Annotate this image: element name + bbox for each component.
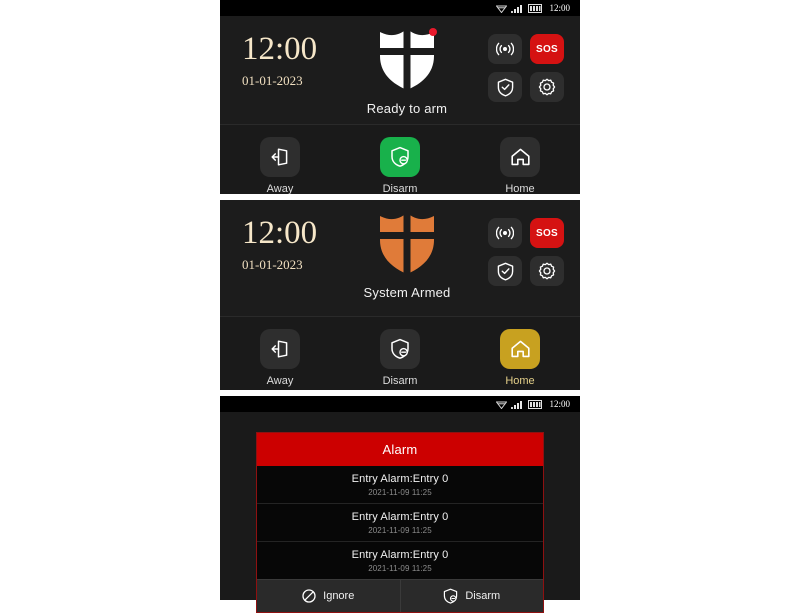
- alarm-dialog-actions: Ignore Disarm: [257, 579, 543, 612]
- screenshot-stage: 12:00 12:00 01-01-2023 Ready to arm SOS …: [0, 0, 800, 613]
- nav-item-home[interactable]: Home: [460, 329, 580, 387]
- nav-item-home[interactable]: Home: [460, 137, 580, 194]
- settings-button[interactable]: [530, 72, 564, 102]
- home-label: Home: [505, 183, 535, 194]
- alarm-event-list: Entry Alarm:Entry 0 2021-11-09 11:25 Ent…: [257, 466, 543, 579]
- exit-door-icon: [271, 340, 288, 358]
- gear-icon: [538, 262, 556, 280]
- nav-item-disarm[interactable]: Disarm: [340, 329, 460, 387]
- ban-icon: [302, 589, 316, 603]
- wifi-icon: [496, 5, 508, 13]
- nav-item-away[interactable]: Away: [220, 329, 340, 387]
- away-label: Away: [266, 375, 294, 387]
- panel1-clock-block: 12:00 01-01-2023: [220, 16, 338, 89]
- away-label: Away: [266, 183, 294, 194]
- alarm-panel-device: 12:00 12:00 01-01-2023 Ready to arm SOS …: [220, 0, 580, 613]
- shield-icon: [380, 29, 434, 90]
- panel1-nav: Away Disarm Home: [220, 125, 580, 194]
- sos-label: SOS: [535, 227, 559, 239]
- exit-door-icon: [271, 148, 288, 166]
- panel2-quick-actions: SOS: [476, 200, 580, 286]
- alarm-event-timestamp: 2021-11-09 11:25: [368, 488, 432, 497]
- disarm-label: Disarm: [382, 375, 418, 387]
- away-tile[interactable]: [260, 329, 300, 369]
- status-bar-time: 12:00: [549, 3, 570, 13]
- disarm-tile[interactable]: [380, 329, 420, 369]
- battery-icon: [528, 399, 543, 409]
- sos-button[interactable]: SOS: [530, 218, 564, 248]
- shield-minus-icon: [444, 588, 458, 604]
- away-tile[interactable]: [260, 137, 300, 177]
- siren-button[interactable]: [488, 34, 522, 64]
- panel1-shield-block: Ready to arm: [338, 16, 476, 116]
- panel-system-armed: 12:00 01-01-2023 System Armed SOS Away D…: [220, 200, 580, 390]
- shield-minus-icon: [391, 146, 409, 167]
- panel2-clock-block: 12:00 01-01-2023: [220, 200, 338, 273]
- disarm-label: Disarm: [382, 183, 418, 194]
- broadcast-icon: [496, 42, 514, 56]
- alarm-event-timestamp: 2021-11-09 11:25: [368, 526, 432, 535]
- status-bar-alarm: 12:00: [220, 396, 580, 412]
- panel2-clock-date: 01-01-2023: [242, 257, 303, 272]
- panel2-clock-time: 12:00: [242, 215, 318, 251]
- panel2-shield-block: System Armed: [338, 200, 476, 300]
- panel1-quick-actions: SOS: [476, 16, 580, 102]
- alarm-event-title: Entry Alarm:Entry 0: [351, 511, 449, 523]
- house-icon: [510, 148, 530, 166]
- shield-check-icon: [497, 262, 513, 280]
- shield-check-icon: [497, 78, 513, 96]
- home-tile[interactable]: [500, 137, 540, 177]
- disarm-button[interactable]: Disarm: [399, 580, 544, 612]
- panel2-shield-wrap: [376, 210, 438, 276]
- broadcast-icon: [496, 226, 514, 240]
- wifi-icon: [496, 401, 508, 409]
- alarm-dialog: Alarm Entry Alarm:Entry 0 2021-11-09 11:…: [256, 432, 544, 613]
- signal-icon: [511, 400, 523, 409]
- ignore-button[interactable]: Ignore: [257, 580, 400, 612]
- battery-icon: [528, 3, 543, 13]
- alarm-event-timestamp: 2021-11-09 11:25: [368, 564, 432, 573]
- signal-icon: [511, 4, 523, 13]
- status-bar-top: 12:00: [220, 0, 580, 16]
- nav-item-disarm[interactable]: Disarm: [340, 137, 460, 194]
- panel1-clock-time: 12:00: [242, 31, 318, 67]
- settings-button[interactable]: [530, 256, 564, 286]
- panel2-nav: Away Disarm Home: [220, 317, 580, 387]
- alarm-event-title: Entry Alarm:Entry 0: [351, 473, 449, 485]
- sos-button[interactable]: SOS: [530, 34, 564, 64]
- alarm-event-title: Entry Alarm:Entry 0: [351, 549, 449, 561]
- alarm-status-bar-time: 12:00: [549, 399, 570, 409]
- shield-icon: [380, 213, 434, 274]
- home-label: Home: [505, 375, 535, 387]
- shield-minus-icon: [391, 338, 409, 359]
- panel1-shield-wrap: [376, 26, 438, 92]
- shield-status-button[interactable]: [488, 72, 522, 102]
- ignore-label: Ignore: [323, 590, 355, 602]
- panel1-top-section: 12:00 01-01-2023 Ready to arm SOS: [220, 16, 580, 125]
- disarm-tile[interactable]: [380, 137, 420, 177]
- shield-alert-badge-icon: [429, 28, 437, 36]
- sos-label: SOS: [535, 43, 559, 55]
- panel-alarm: Alarm Entry Alarm:Entry 0 2021-11-09 11:…: [220, 412, 580, 613]
- home-tile[interactable]: [500, 329, 540, 369]
- siren-button[interactable]: [488, 218, 522, 248]
- list-item[interactable]: Entry Alarm:Entry 0 2021-11-09 11:25: [257, 466, 543, 504]
- panel2-top-section: 12:00 01-01-2023 System Armed SOS: [220, 200, 580, 317]
- list-item[interactable]: Entry Alarm:Entry 0 2021-11-09 11:25: [257, 542, 543, 579]
- gear-icon: [538, 78, 556, 96]
- alarm-dialog-title: Alarm: [257, 433, 543, 466]
- panel1-status-text: Ready to arm: [366, 101, 448, 116]
- panel1-clock-date: 01-01-2023: [242, 73, 303, 88]
- panel-ready-to-arm: 12:00 01-01-2023 Ready to arm SOS Away D…: [220, 16, 580, 194]
- disarm-label: Disarm: [465, 590, 501, 602]
- nav-item-away[interactable]: Away: [220, 137, 340, 194]
- panel2-status-text: System Armed: [363, 285, 451, 300]
- house-icon: [510, 340, 530, 358]
- shield-status-button[interactable]: [488, 256, 522, 286]
- list-item[interactable]: Entry Alarm:Entry 0 2021-11-09 11:25: [257, 504, 543, 542]
